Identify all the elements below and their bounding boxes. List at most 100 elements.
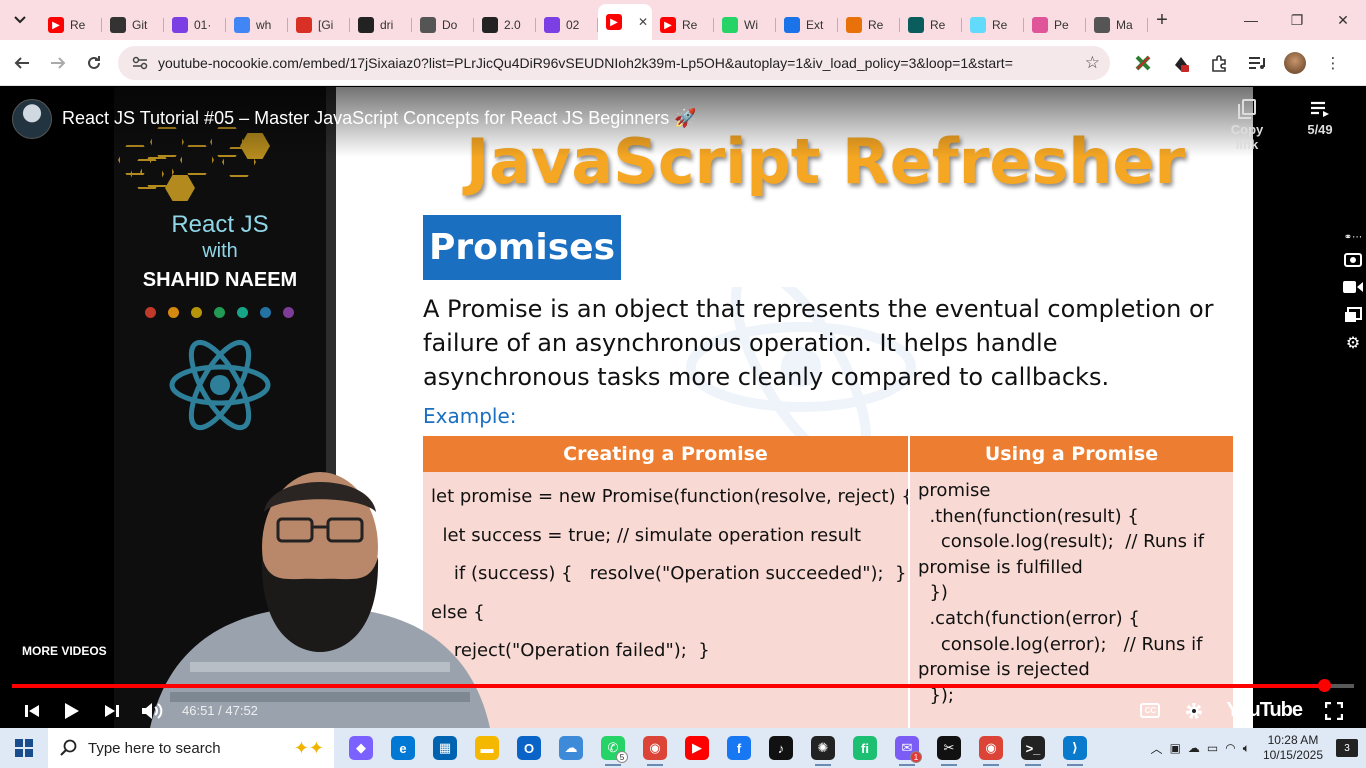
- more-videos-label[interactable]: MORE VIDEOS: [22, 644, 107, 658]
- browser-tab[interactable]: ▶ ✕: [598, 4, 652, 40]
- speaker-icon[interactable]: 🔈︎: [1243, 741, 1250, 756]
- vscode-icon: ⟩: [1063, 736, 1087, 760]
- taskbar-app-vscode[interactable]: ⟩: [1054, 728, 1096, 768]
- clock[interactable]: 10:28 AM 10/15/2025: [1263, 733, 1323, 763]
- notification-center[interactable]: 3: [1336, 739, 1358, 757]
- bookmark-star-icon[interactable]: ☆: [1085, 53, 1100, 73]
- browser-tab[interactable]: Pe: [1024, 10, 1086, 40]
- taskbar-app-capcut[interactable]: ✂: [928, 728, 970, 768]
- taskbar-app-onedrive[interactable]: ☁: [550, 728, 592, 768]
- minimize-button[interactable]: —: [1228, 0, 1274, 40]
- taskbar-app-file-explorer[interactable]: ▬: [466, 728, 508, 768]
- profile-avatar[interactable]: [1280, 48, 1310, 78]
- drive-icon: [358, 17, 374, 33]
- extension-menu-icon[interactable]: ⚭⋯: [1342, 232, 1364, 243]
- browser-tab[interactable]: Ma: [1086, 10, 1148, 40]
- extensions-area: ⋮: [1128, 48, 1348, 78]
- windows-taskbar: Type here to search ✦✦ ◆ e ▦ ▬ O ☁ ✆ 5 ◉ ▶ f ♪ ✺ fi ✉ 1…: [0, 728, 1366, 768]
- taskbar-app-terminal[interactable]: >_: [1012, 728, 1054, 768]
- channel-avatar[interactable]: [12, 99, 52, 139]
- extension-x-icon[interactable]: [1128, 48, 1158, 78]
- onedrive-tray-icon[interactable]: ☁: [1188, 741, 1200, 755]
- pip-icon[interactable]: [1342, 304, 1364, 326]
- taskbar-app-edge[interactable]: e: [382, 728, 424, 768]
- video-player[interactable]: React JS with SHAHID NAEEM JavaScript Re…: [0, 87, 1366, 728]
- browser-tab[interactable]: Wi: [714, 10, 776, 40]
- youtube-logo[interactable]: YouTube: [1226, 699, 1303, 722]
- extension-shield-icon[interactable]: [1166, 48, 1196, 78]
- address-bar[interactable]: youtube-nocookie.com/embed/17jSixaiaz0?l…: [118, 45, 1110, 80]
- taskbar-app-facebook[interactable]: f: [718, 728, 760, 768]
- site-info-icon[interactable]: [128, 51, 152, 75]
- play-button[interactable]: [52, 693, 92, 728]
- fullscreen-button[interactable]: [1314, 693, 1354, 728]
- taskbar-app-outlook[interactable]: O: [508, 728, 550, 768]
- taskbar-app-fiverr[interactable]: fi: [844, 728, 886, 768]
- windows-logo-icon: [15, 739, 33, 757]
- browser-tab[interactable]: 02: [536, 10, 598, 40]
- brand-dot: [237, 307, 248, 318]
- start-button[interactable]: [0, 728, 48, 768]
- browser-tab[interactable]: wh: [226, 10, 288, 40]
- copy-link-button[interactable]: Copy link: [1218, 99, 1276, 152]
- taskbar-app-chrome-profile[interactable]: ◉: [970, 728, 1012, 768]
- file-explorer-icon: ▬: [475, 736, 499, 760]
- browser-tab[interactable]: ▶ Re: [652, 10, 714, 40]
- browser-tab[interactable]: dri: [350, 10, 412, 40]
- next-button[interactable]: [92, 693, 132, 728]
- browser-tab[interactable]: ▶ Re: [40, 10, 102, 40]
- tab-label: Re: [682, 18, 698, 32]
- browser-tab[interactable]: 2.0: [474, 10, 536, 40]
- taskbar-app-chrome[interactable]: ◉: [634, 728, 676, 768]
- browser-tab[interactable]: Re: [900, 10, 962, 40]
- meet-now-icon[interactable]: ▣: [1170, 741, 1181, 755]
- tab-search-button[interactable]: [6, 6, 34, 34]
- browser-tab[interactable]: Re: [838, 10, 900, 40]
- wifi-icon[interactable]: ◠: [1225, 741, 1235, 755]
- captions-button[interactable]: CC: [1130, 693, 1170, 728]
- browser-tab[interactable]: Do: [412, 10, 474, 40]
- taskbar-app-tiktok[interactable]: ♪: [760, 728, 802, 768]
- url-text[interactable]: youtube-nocookie.com/embed/17jSixaiaz0?l…: [158, 55, 1085, 71]
- record-icon[interactable]: [1342, 276, 1364, 298]
- tools-settings-icon[interactable]: ⚙: [1342, 332, 1364, 354]
- browser-tab[interactable]: Ext: [776, 10, 838, 40]
- mute-button[interactable]: [132, 693, 172, 728]
- tray-overflow-icon[interactable]: ︿: [1151, 740, 1163, 757]
- react-logo-icon: [169, 339, 271, 431]
- chrome-menu-icon[interactable]: ⋮: [1318, 48, 1348, 78]
- taskbar-app-messenger[interactable]: ✉ 1: [886, 728, 928, 768]
- brand-dot: [168, 307, 179, 318]
- vite-icon: [172, 17, 188, 33]
- previous-button[interactable]: [12, 693, 52, 728]
- media-control-icon[interactable]: [1242, 48, 1272, 78]
- forward-button[interactable]: [40, 45, 76, 81]
- taskbar-app-youtube[interactable]: ▶: [676, 728, 718, 768]
- browser-tab[interactable]: [Gi: [288, 10, 350, 40]
- taskbar-app-chatgpt[interactable]: ✺: [802, 728, 844, 768]
- browser-tab[interactable]: Git: [102, 10, 164, 40]
- playlist-button[interactable]: 5/49: [1300, 101, 1340, 137]
- scrubber-handle[interactable]: [1318, 679, 1332, 692]
- close-tab-icon[interactable]: ✕: [638, 15, 648, 29]
- brand-dot: [260, 307, 271, 318]
- taskbar-app-copilot[interactable]: ◆: [340, 728, 382, 768]
- col2-header: Using a Promise: [910, 436, 1233, 472]
- video-title[interactable]: React JS Tutorial #05 – Master JavaScrip…: [62, 108, 697, 129]
- extensions-puzzle-icon[interactable]: [1204, 48, 1234, 78]
- taskbar-app-store[interactable]: ▦: [424, 728, 466, 768]
- back-button[interactable]: [4, 45, 40, 81]
- browser-tab[interactable]: Re: [962, 10, 1024, 40]
- taskbar-app-whatsapp[interactable]: ✆ 5: [592, 728, 634, 768]
- close-window-button[interactable]: ✕: [1320, 0, 1366, 40]
- battery-icon[interactable]: ▭: [1207, 741, 1218, 755]
- progress-bar[interactable]: [12, 679, 1354, 692]
- restore-button[interactable]: ❐: [1274, 0, 1320, 40]
- taskbar-search[interactable]: Type here to search ✦✦: [48, 728, 334, 768]
- example-label: Example:: [423, 404, 517, 428]
- browser-tab[interactable]: 01·: [164, 10, 226, 40]
- screenshot-icon[interactable]: [1342, 248, 1364, 270]
- new-tab-button[interactable]: +: [1148, 6, 1176, 34]
- reload-button[interactable]: [76, 45, 112, 81]
- settings-button[interactable]: [1174, 693, 1214, 728]
